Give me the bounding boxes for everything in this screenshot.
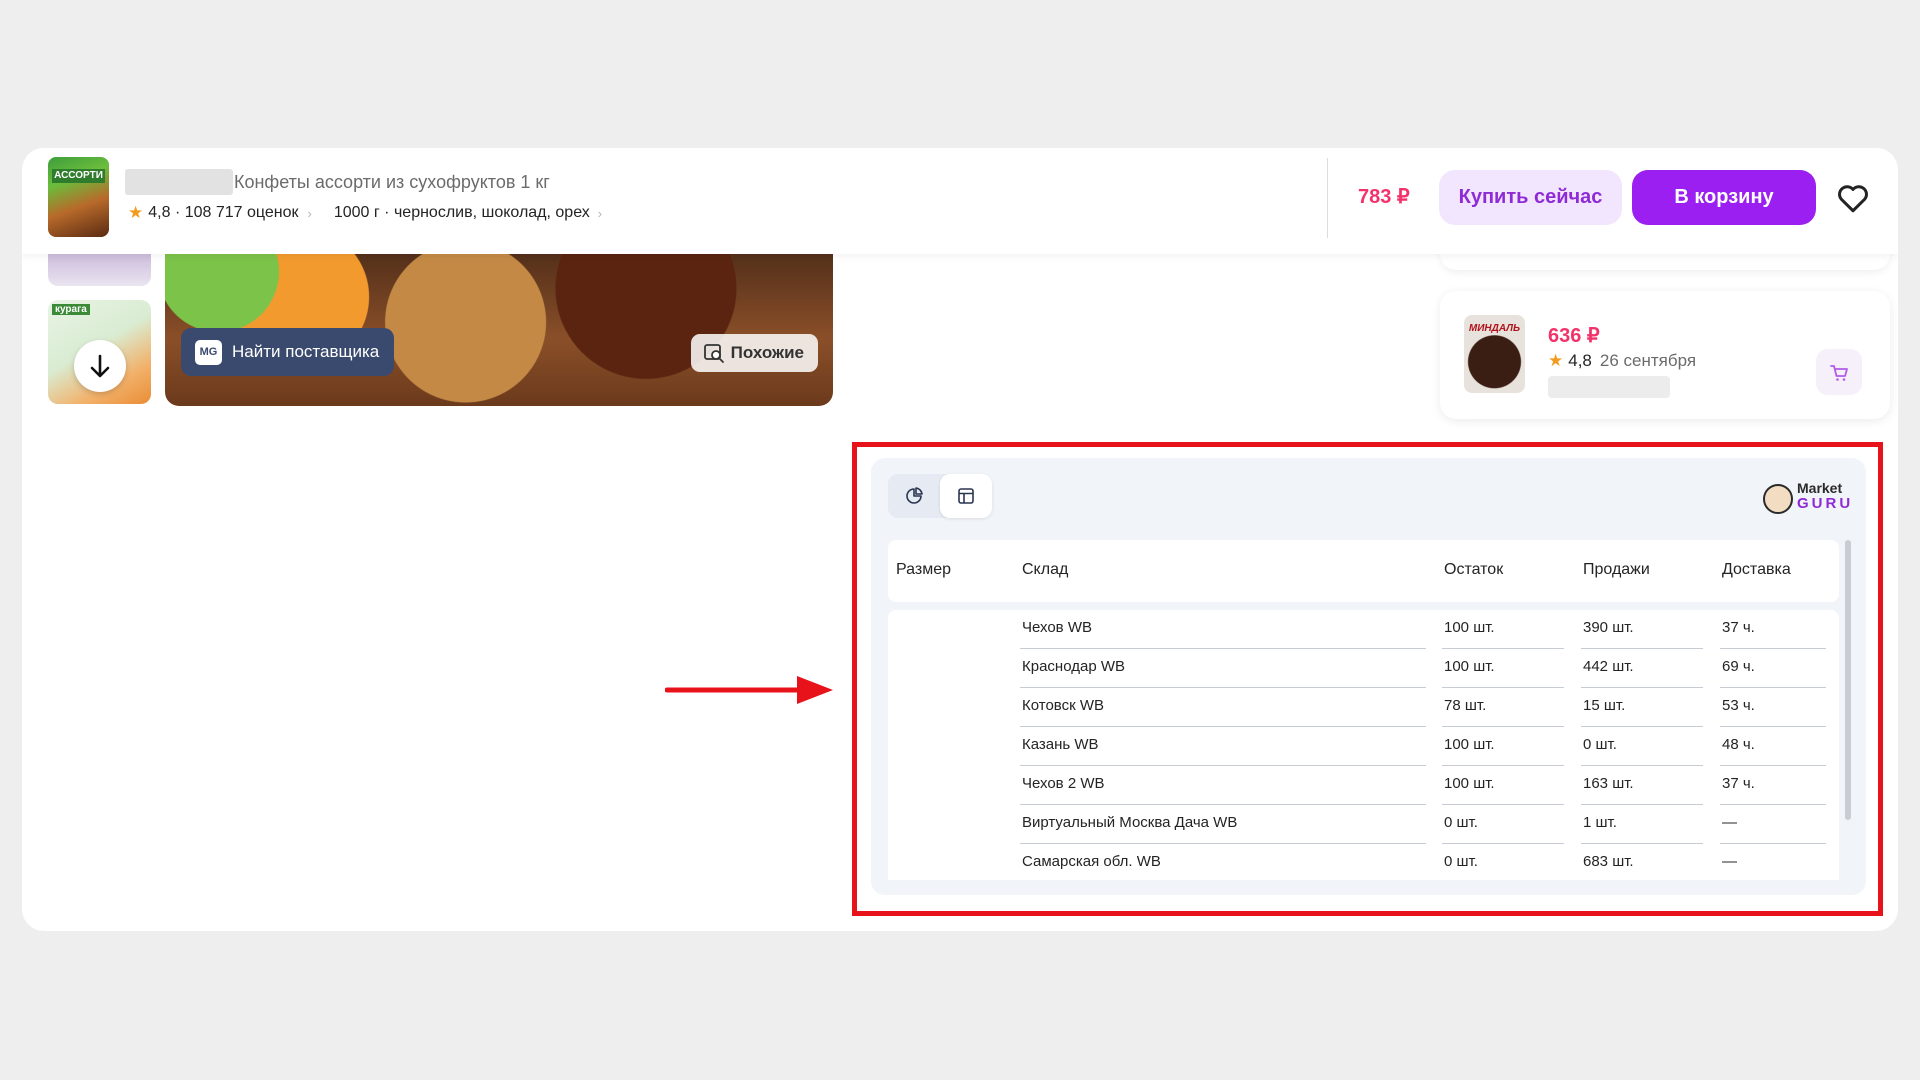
warehouse-cell: Котовск WB	[1022, 697, 1104, 714]
gallery-thumbnail[interactable]	[48, 250, 151, 286]
arrow-right-icon	[665, 676, 833, 704]
blurred-brand-name	[125, 169, 233, 195]
product-price: 783 ₽	[1358, 186, 1410, 208]
column-header-sales[interactable]: Продажи	[1583, 561, 1650, 579]
recommendation-image-label: МИНДАЛЬ	[1468, 323, 1521, 334]
similar-label: Похожие	[730, 343, 804, 362]
table-body: Чехов WB 100 шт. 390 шт. 37 ч. Краснодар…	[888, 610, 1839, 880]
stock-cell: 100 шт.	[1444, 775, 1495, 792]
product-title[interactable]: Конфеты ассорти из сухофруктов 1 кг	[234, 172, 550, 193]
stock-cell: 0 шт.	[1444, 853, 1478, 870]
recommendation-card[interactable]: МИНДАЛЬ 636 ₽ ★ 4,8 26 сентября	[1440, 291, 1890, 419]
sales-cell: 15 шт.	[1583, 697, 1626, 714]
logo-line2: GURU	[1797, 495, 1854, 512]
delivery-cell: —	[1722, 853, 1737, 870]
table-row: Виртуальный Москва Дача WB 0 шт. 1 шт. —	[888, 805, 1839, 844]
delivery-cell: 53 ч.	[1722, 697, 1755, 714]
marketguru-stock-panel: Market GURU Размер Склад Остаток Продажи…	[871, 458, 1866, 895]
recommendation-cart-button[interactable]	[1816, 349, 1862, 395]
product-thumbnail[interactable]: АССОРТИ	[48, 157, 109, 237]
delivery-cell: 48 ч.	[1722, 736, 1755, 753]
recommendation-meta: ★ 4,8 26 сентября	[1548, 351, 1696, 371]
logo-line1: Market	[1797, 480, 1843, 496]
product-thumbnail-label: АССОРТИ	[52, 169, 105, 183]
delivery-cell: —	[1722, 814, 1737, 831]
sales-cell: 1 шт.	[1583, 814, 1617, 831]
sales-cell: 0 шт.	[1583, 736, 1617, 753]
table-row: Чехов 2 WB 100 шт. 163 шт. 37 ч.	[888, 766, 1839, 805]
recommendation-rating: 4,8	[1568, 351, 1592, 370]
search-image-icon	[703, 344, 724, 363]
stock-cell: 100 шт.	[1444, 736, 1495, 753]
stock-cell: 0 шт.	[1444, 814, 1478, 831]
stock-cell: 78 шт.	[1444, 697, 1487, 714]
table-header: Размер Склад Остаток Продажи Доставка	[888, 540, 1839, 602]
table-row: Котовск WB 78 шт. 15 шт. 53 ч.	[888, 688, 1839, 727]
warehouse-cell: Самарская обл. WB	[1022, 853, 1161, 870]
delivery-cell: 37 ч.	[1722, 619, 1755, 636]
table-row: Краснодар WB 100 шт. 442 шт. 69 ч.	[888, 649, 1839, 688]
table-row: Самарская обл. WB 0 шт. 683 шт. —	[888, 844, 1839, 880]
sales-cell: 163 шт.	[1583, 775, 1634, 792]
sales-cell: 683 шт.	[1583, 853, 1634, 870]
column-header-stock[interactable]: Остаток	[1444, 561, 1503, 579]
table-icon	[958, 488, 974, 504]
marketguru-logo: Market GURU	[1761, 480, 1853, 516]
tab-chart[interactable]	[888, 474, 940, 518]
column-header-warehouse[interactable]: Склад	[1022, 561, 1068, 579]
marketguru-badge-icon: MG	[195, 339, 222, 365]
recommendation-price: 636 ₽	[1548, 325, 1600, 347]
stock-cell: 100 шт.	[1444, 658, 1495, 675]
find-supplier-button[interactable]: MG Найти поставщика	[181, 328, 395, 376]
buy-now-button[interactable]: Купить сейчас	[1439, 170, 1622, 225]
chevron-right-icon: ›	[307, 205, 312, 221]
view-toggle	[888, 474, 992, 518]
warehouse-cell: Виртуальный Москва Дача WB	[1022, 814, 1238, 831]
product-spec[interactable]: 1000 г · чернослив, шоколад, орех	[334, 204, 590, 222]
sticky-product-bar: АССОРТИ Конфеты ассорти из сухофруктов 1…	[22, 148, 1898, 254]
table-scrollbar[interactable]	[1845, 540, 1851, 820]
star-icon: ★	[1548, 351, 1564, 370]
add-to-cart-button[interactable]: В корзину	[1632, 170, 1816, 225]
column-header-size[interactable]: Размер	[896, 561, 951, 579]
find-supplier-label: Найти поставщика	[232, 342, 380, 361]
chevron-right-icon: ›	[597, 205, 603, 221]
blurred-brand-name	[1548, 376, 1670, 398]
product-rating[interactable]: 4,8 · 108 717 оценок	[148, 204, 298, 222]
gallery-scroll-down-button[interactable]	[74, 340, 126, 392]
pie-chart-icon	[906, 487, 923, 504]
similar-button[interactable]: Похожие	[690, 334, 818, 372]
product-meta: ★ 4,8 · 108 717 оценок › 1000 г · чернос…	[128, 203, 602, 223]
recommendation-image[interactable]: МИНДАЛЬ	[1464, 315, 1525, 393]
table-row: Чехов WB 100 шт. 390 шт. 37 ч.	[888, 610, 1839, 649]
warehouse-cell: Казань WB	[1022, 736, 1099, 753]
tab-table[interactable]	[940, 474, 992, 518]
gallery-thumbnail-label: курага	[52, 304, 90, 315]
main-product-image[interactable]: MG Найти поставщика Похожие	[165, 238, 833, 406]
warehouse-cell: Краснодар WB	[1022, 658, 1125, 675]
warehouse-cell: Чехов WB	[1022, 619, 1092, 636]
cart-icon	[1830, 365, 1848, 381]
delivery-cell: 37 ч.	[1722, 775, 1755, 792]
divider	[1327, 158, 1328, 238]
table-row: Казань WB 100 шт. 0 шт. 48 ч.	[888, 727, 1839, 766]
delivery-cell: 69 ч.	[1722, 658, 1755, 675]
warehouse-cell: Чехов 2 WB	[1022, 775, 1105, 792]
sales-cell: 442 шт.	[1583, 658, 1634, 675]
star-icon: ★	[128, 203, 144, 222]
stock-cell: 100 шт.	[1444, 619, 1495, 636]
sales-cell: 390 шт.	[1583, 619, 1634, 636]
column-header-delivery[interactable]: Доставка	[1722, 561, 1791, 579]
mascot-icon	[1763, 484, 1793, 514]
arrow-down-icon	[90, 354, 110, 378]
heart-icon[interactable]	[1835, 180, 1871, 216]
recommendation-delivery-date: 26 сентября	[1599, 351, 1697, 370]
